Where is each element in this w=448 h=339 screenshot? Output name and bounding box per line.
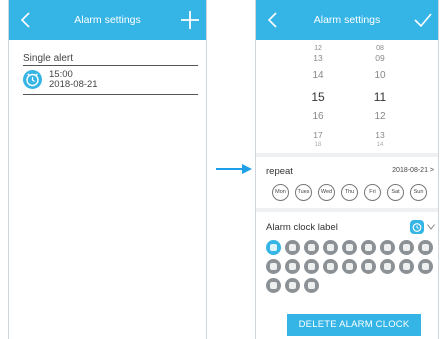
car-icon[interactable] [304, 278, 319, 293]
no-smoking-icon[interactable] [266, 278, 281, 293]
time-picker[interactable]: 12 13 14 15 16 17 18 08 09 10 11 12 13 1… [256, 44, 438, 148]
section-label: Single alert [23, 53, 74, 64]
camera-icon[interactable] [418, 259, 433, 274]
selected-hour[interactable]: 15 [298, 90, 338, 104]
day-toggle-sun[interactable]: Sun [410, 184, 427, 201]
alarm-edit-screen: Alarm settings 12 13 14 15 16 17 18 08 0… [255, 0, 439, 339]
leaf-icon[interactable] [285, 278, 300, 293]
page-title: Alarm settings [313, 14, 381, 26]
minute-option[interactable]: 10 [360, 70, 400, 81]
flower-icon[interactable] [323, 259, 338, 274]
selected-minute[interactable]: 11 [360, 90, 400, 104]
hour-option[interactable]: 14 [298, 70, 338, 81]
alarm-clock-icon[interactable] [266, 240, 281, 255]
briefcase-icon[interactable] [361, 240, 376, 255]
refresh-icon[interactable] [399, 259, 414, 274]
hour-option[interactable]: 13 [298, 53, 338, 63]
day-toggle-mon[interactable]: Mon [272, 184, 289, 201]
minute-option[interactable]: 09 [360, 53, 400, 63]
hour-option[interactable]: 12 [298, 45, 338, 52]
hour-option[interactable]: 16 [298, 111, 338, 122]
chevron-down-icon[interactable] [427, 224, 435, 230]
day-toggle-tues[interactable]: Tues [295, 184, 312, 201]
cart-icon[interactable] [266, 259, 281, 274]
section-divider [256, 208, 438, 212]
alarm-list-item[interactable]: 15:00 2018-08-21 [23, 68, 193, 94]
phone-icon[interactable] [418, 240, 433, 255]
pill-icon[interactable] [342, 240, 357, 255]
family-icon[interactable] [380, 259, 395, 274]
soccer-icon[interactable] [399, 240, 414, 255]
bottle-icon[interactable] [361, 259, 376, 274]
day-toggle-fri[interactable]: Fri [364, 184, 381, 201]
weekday-selector: Mon Tues Wed Thu Fri Sat Sun [272, 184, 432, 201]
alarm-clock-icon [23, 70, 42, 89]
arrow-right-icon [216, 164, 252, 174]
minute-option[interactable]: 14 [360, 142, 400, 148]
day-toggle-wed[interactable]: Wed [318, 184, 335, 201]
bike-icon[interactable] [342, 259, 357, 274]
coffee-icon[interactable] [323, 240, 338, 255]
delete-alarm-button[interactable]: DELETE ALARM CLOCK [287, 314, 421, 336]
alarm-label-title: Alarm clock label [266, 222, 338, 233]
hour-option[interactable]: 18 [298, 142, 338, 148]
minute-option[interactable]: 13 [360, 130, 400, 140]
plus-icon[interactable] [179, 9, 201, 31]
header-bar: Alarm settings [9, 0, 206, 40]
hour-option[interactable]: 17 [298, 130, 338, 140]
section-divider [256, 153, 438, 157]
check-icon[interactable] [414, 12, 432, 28]
repeat-label: repeat [266, 166, 293, 177]
alarm-list-screen: Alarm settings Single alert 15:00 2018-0… [8, 0, 207, 339]
day-toggle-thu[interactable]: Thu [341, 184, 358, 201]
label-icon-grid [266, 240, 434, 300]
divider [23, 94, 198, 95]
alarm-clock-icon[interactable] [410, 220, 424, 234]
day-toggle-sat[interactable]: Sat [387, 184, 404, 201]
page-title: Alarm settings [74, 14, 141, 26]
header-bar: Alarm settings [256, 0, 438, 40]
repeat-date-link[interactable]: 2018-08-21 > [392, 167, 434, 174]
moon-icon[interactable] [285, 240, 300, 255]
minute-option[interactable]: 08 [360, 45, 400, 52]
bag-icon[interactable] [285, 259, 300, 274]
minute-option[interactable]: 12 [360, 111, 400, 122]
running-icon[interactable] [304, 240, 319, 255]
message-icon[interactable] [380, 240, 395, 255]
laptop-icon[interactable] [304, 259, 319, 274]
divider [23, 65, 198, 66]
alarm-date: 2018-08-21 [49, 79, 98, 90]
